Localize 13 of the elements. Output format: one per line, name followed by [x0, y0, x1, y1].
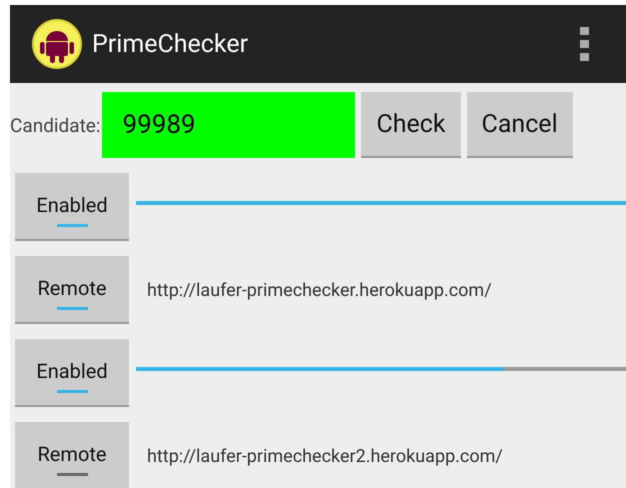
android-app-icon [32, 19, 82, 69]
toggle-button[interactable]: Enabled [15, 339, 129, 407]
app-title: PrimeChecker [92, 30, 250, 58]
candidate-field[interactable]: 99989 [102, 92, 356, 158]
cancel-button[interactable]: Cancel [466, 92, 573, 158]
overflow-menu-icon[interactable] [580, 27, 590, 61]
toggle-button[interactable]: Enabled [15, 173, 129, 241]
server-url: http://laufer-primechecker.herokuapp.com/ [147, 280, 492, 300]
server-url: http://laufer-primechecker2.herokuapp.com/ [147, 446, 503, 466]
toggle-button[interactable]: Remote [15, 256, 129, 324]
toggle-button[interactable]: Remote [15, 422, 129, 488]
check-button[interactable]: Check [361, 92, 461, 158]
candidate-label: Candidate: [10, 114, 100, 136]
